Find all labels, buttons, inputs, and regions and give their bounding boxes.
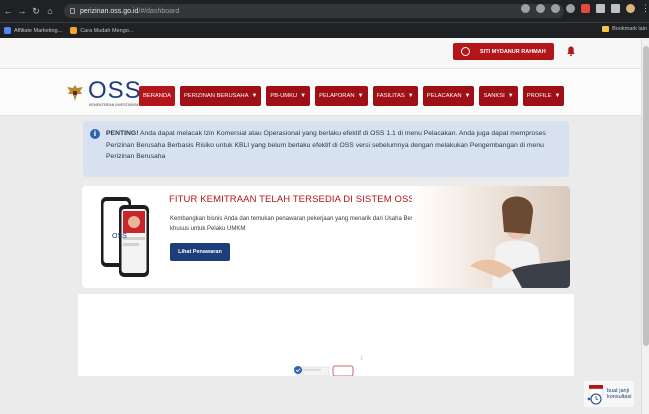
chevron-down-icon: ▼ — [300, 93, 307, 99]
bookmark-label: Cara Mudah Mengo... — [80, 27, 134, 34]
chevron-down-icon: ▼ — [464, 93, 471, 99]
url-host: perizinan.oss.go.id — [80, 7, 139, 15]
consultation-label: buat janji konsultasi — [607, 388, 631, 400]
lock-icon — [70, 8, 75, 14]
menu-label: PELACAKAN — [426, 93, 462, 99]
lihat-penawaran-button[interactable]: Lihat Penawaran — [170, 243, 230, 261]
folder-icon — [602, 26, 610, 32]
forward-icon[interactable]: → — [16, 6, 28, 16]
reload-icon[interactable]: ↻ — [30, 6, 42, 17]
user-circle-icon — [461, 47, 470, 56]
menu-label: BERANDA — [143, 93, 172, 99]
google-lens-icon[interactable] — [521, 4, 530, 13]
bookmark-item[interactable]: Affiliate Marketing... — [4, 27, 62, 34]
main-menu: BERANDA PERIZINAN BERUSAHA ▼ PB-UMKU ▼ PEL… — [139, 86, 565, 106]
star-icon[interactable] — [566, 4, 575, 13]
document-illustration-icon — [294, 355, 363, 376]
menu-pelaporan[interactable]: PELAPORAN ▼ — [315, 86, 368, 106]
menu-label: PERIZINAN BERUSAHA — [184, 93, 249, 99]
page-scrollbar[interactable] — [641, 38, 649, 414]
handshake-photo — [412, 186, 570, 288]
calendar-clock-icon — [587, 385, 604, 405]
menu-label: SANKSI — [483, 93, 505, 99]
menu-beranda[interactable]: BERANDA — [139, 86, 176, 106]
chevron-down-icon: ▼ — [357, 93, 364, 99]
bookmark-favicon-icon — [4, 27, 11, 34]
bell-icon[interactable] — [567, 46, 575, 56]
menu-pelacakan[interactable]: PELACAKAN ▼ — [422, 86, 475, 106]
user-menu-button[interactable]: SITI MYDANUR RAHMAH — [453, 43, 554, 60]
bookmark-folder[interactable]: Bookmark lain — [602, 26, 647, 32]
extension-icon[interactable] — [581, 4, 590, 13]
key-icon[interactable] — [536, 4, 545, 13]
consultation-line2: konsultasi — [607, 394, 632, 400]
url-path: /#/dashboard — [138, 7, 180, 15]
scrollbar-thumb[interactable] — [643, 46, 649, 346]
chevron-down-icon: ▼ — [507, 93, 514, 99]
puzzle-icon[interactable] — [596, 4, 605, 13]
menu-label: PB-UMKU — [270, 93, 298, 99]
menu-pb-umku[interactable]: PB-UMKU ▼ — [266, 86, 311, 106]
bookmark-folder-label: Bookmark lain — [612, 26, 647, 32]
menu-sanksi[interactable]: SANKSI ▼ — [479, 86, 518, 106]
oss-logo-subtext: KEMENTERIAN INVESTASI/BKPM — [89, 103, 145, 107]
menu-fasilitas[interactable]: FASILITAS ▼ — [372, 86, 418, 106]
info-icon: i — [90, 129, 100, 139]
phone-mockup-icon — [101, 197, 149, 277]
top-user-bar: SITI MYDANUR RAHMAH — [0, 38, 641, 69]
sidepanel-icon[interactable] — [611, 4, 620, 13]
phone-oss-logo: OSS — [112, 233, 127, 240]
important-notice: i PENTING! Anda dapat melacak Izin Komer… — [83, 121, 569, 177]
partnership-banner: OSS FITUR KEMITRAAN TELAH TERSEDIA DI SI… — [82, 186, 570, 288]
notice-text: PENTING! Anda dapat melacak Izin Komersi… — [106, 128, 562, 163]
main-navbar: OSS KEMENTERIAN INVESTASI/BKPM BERANDA P… — [0, 69, 641, 116]
menu-profile[interactable]: PROFILE ▼ — [522, 86, 565, 106]
more-menu-icon[interactable]: ⋮ — [641, 4, 649, 13]
chevron-down-icon: ▼ — [251, 93, 258, 99]
profile-avatar-icon[interactable] — [626, 4, 635, 13]
oss-logo[interactable]: OSS — [88, 77, 142, 105]
browser-toolbar: ← → ↻ ⌂ perizinan.oss.go.id /#/dashboard… — [0, 0, 649, 22]
menu-label: PROFILE — [526, 93, 552, 99]
address-bar[interactable]: perizinan.oss.go.id /#/dashboard — [64, 4, 564, 18]
banner-title: FITUR KEMITRAAN TELAH TERSEDIA DI SISTEM… — [169, 194, 415, 205]
bookmark-favicon-icon — [70, 27, 78, 34]
chevron-down-icon: ▼ — [407, 93, 414, 99]
garuda-emblem-icon — [67, 85, 83, 101]
notice-label: PENTING! — [106, 130, 139, 137]
chevron-down-icon: ▼ — [554, 93, 561, 99]
user-name: SITI MYDANUR RAHMAH — [480, 48, 546, 55]
share-icon[interactable] — [551, 4, 560, 13]
bookmark-label: Affiliate Marketing... — [14, 27, 63, 34]
book-consultation-widget[interactable]: buat janji konsultasi — [584, 381, 634, 407]
dashboard-panel — [78, 294, 574, 376]
notice-body: Anda dapat melacak Izin Komersial atau O… — [106, 130, 546, 160]
menu-perizinan-berusaha[interactable]: PERIZINAN BERUSAHA ▼ — [180, 86, 262, 106]
banner-description: Kembangkan bisnis Anda dan temukan penaw… — [170, 216, 420, 232]
bookmark-item[interactable]: Cara Mudah Mengo... — [70, 27, 133, 34]
bookmarks-bar: Affiliate Marketing... Cara Mudah Mengo.… — [0, 22, 649, 38]
home-icon[interactable]: ⌂ — [44, 6, 56, 16]
menu-label: PELAPORAN — [319, 93, 355, 99]
back-icon[interactable]: ← — [2, 6, 14, 16]
menu-label: FASILITAS — [376, 93, 405, 99]
